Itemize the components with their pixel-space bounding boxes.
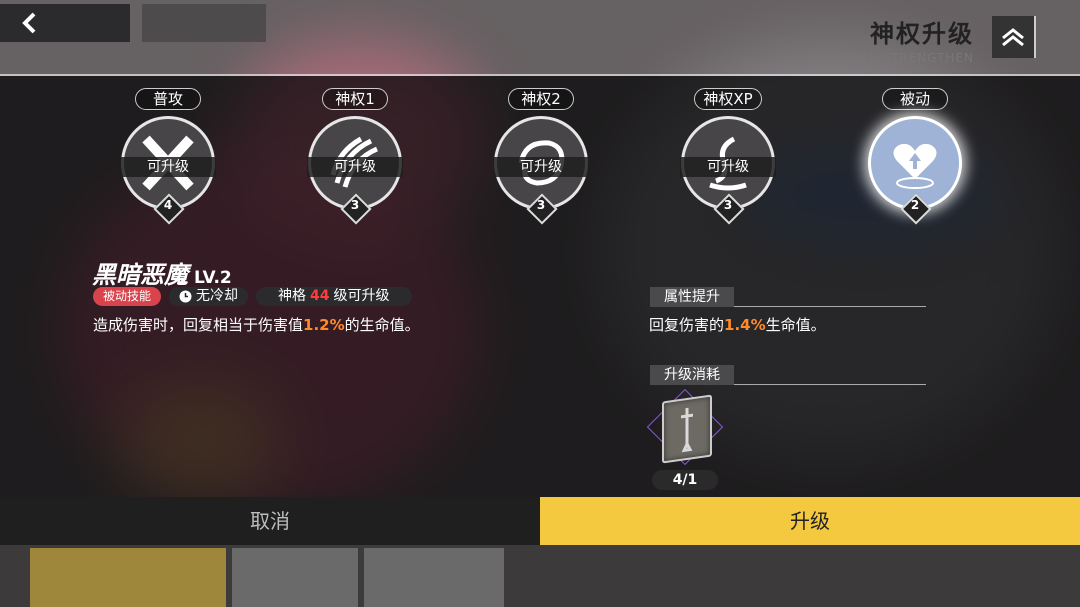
skill-label: 神权XP (694, 88, 762, 110)
upgrade-button[interactable]: 升级 (540, 497, 1080, 545)
upgradable-label: 可升级 (307, 157, 403, 177)
requirement-tag: 神格 44 级可升级 (256, 287, 412, 306)
skill-icon-circle[interactable]: 可升级 3 (680, 116, 776, 225)
upgradable-label: 可升级 (120, 157, 216, 177)
skill-passive[interactable]: 被动 2 (855, 88, 975, 225)
skill-label: 神权1 (322, 88, 388, 110)
skill-level: LV.2 (194, 268, 232, 288)
skill-power-1[interactable]: 神权1 可升级 3 (295, 88, 415, 225)
sword-book-icon (662, 394, 712, 464)
skill-power-xp[interactable]: 神权XP 可升级 3 (668, 88, 788, 225)
skill-icon-circle[interactable]: 可升级 4 (120, 116, 216, 225)
level-badge: 3 (340, 193, 372, 225)
background-tab (30, 548, 226, 607)
cancel-button[interactable]: 取消 (0, 497, 540, 545)
title-text: 神权升级 (870, 20, 974, 48)
background-tab (364, 548, 504, 607)
skill-icon-circle[interactable]: 可升级 3 (493, 116, 589, 225)
item-count: 4/1 (652, 470, 718, 490)
skill-icon-circle-selected[interactable]: 2 (868, 116, 962, 225)
skill-label: 被动 (882, 88, 948, 110)
level-badge: 3 (713, 193, 745, 225)
heart-up-icon (893, 143, 937, 189)
background-tab (232, 548, 358, 607)
level-badge: 4 (153, 193, 185, 225)
home-button[interactable] (142, 4, 266, 42)
level-badge: 2 (900, 193, 932, 225)
upgrade-description: 回复伤害的1.4%生命值。 (649, 316, 826, 334)
upgradable-label: 可升级 (680, 157, 776, 177)
skill-description: 造成伤害时，回复相当于伤害值1.2%的生命值。 (93, 316, 420, 334)
subtitle-text: SKILL STRENGTHEN (840, 51, 974, 65)
skill-name-text: 黑暗恶魔 (92, 261, 188, 289)
skill-normal-attack[interactable]: 普攻 可升级 4 (108, 88, 228, 225)
upgrade-section-title: 属性提升 (650, 286, 926, 307)
upgradable-label: 可升级 (493, 157, 589, 177)
chevron-left-icon (22, 12, 36, 34)
skill-name: 黑暗恶魔 LV.2 (92, 255, 232, 290)
rank-chevron-icon (992, 16, 1036, 58)
skill-type-tag: 被动技能 (93, 287, 162, 306)
skill-icon-circle[interactable]: 可升级 3 (307, 116, 403, 225)
skill-power-2[interactable]: 神权2 可升级 3 (481, 88, 601, 225)
cooldown-tag: 无冷却 (169, 287, 249, 306)
back-button[interactable] (0, 4, 130, 42)
skill-label: 神权2 (508, 88, 574, 110)
cost-item[interactable] (646, 388, 724, 466)
cost-section-title: 升级消耗 (650, 364, 926, 385)
skill-label: 普攻 (135, 88, 201, 110)
level-badge: 3 (526, 193, 558, 225)
page-title: 神权升级 SKILL STRENGTHEN (840, 14, 974, 65)
clock-icon (179, 290, 192, 303)
skill-tags: 被动技能 无冷却 神格 44 级可升级 (93, 287, 412, 306)
